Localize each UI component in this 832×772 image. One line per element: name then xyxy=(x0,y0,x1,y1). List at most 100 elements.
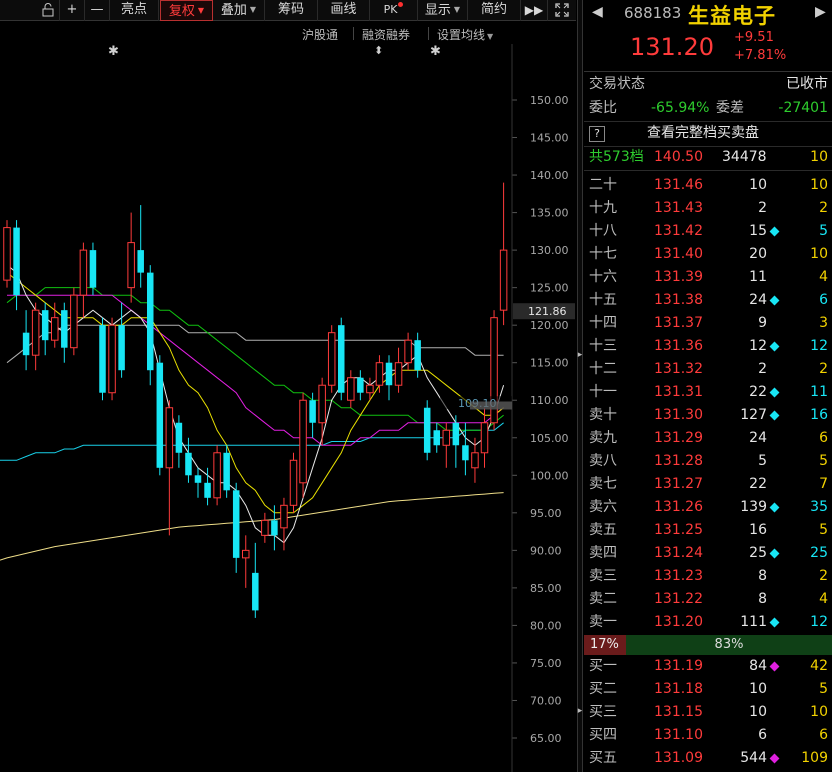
lock-button[interactable] xyxy=(36,0,60,21)
ask-level-volume: 8 xyxy=(758,591,767,607)
stock-header: ◀ 688183 生益电子 ▶ 131.20 +9.51 +7.81% xyxy=(584,0,832,72)
candle-body xyxy=(404,339,412,364)
ask-level-label: 卖四 xyxy=(589,545,617,561)
candle-body xyxy=(61,310,68,348)
ask-level-row[interactable]: 卖六 131.26 139 35 xyxy=(584,496,832,519)
ask-level-row[interactable]: 十八 131.42 15 5 xyxy=(584,220,832,243)
total-levels-label: 共573档 xyxy=(589,149,644,165)
ask-level-row[interactable]: 二十 131.46 10 10 xyxy=(584,174,832,197)
pk-button[interactable]: PK xyxy=(370,0,418,21)
stock-code: 688183 xyxy=(624,4,682,22)
adjust-dropdown[interactable]: 复权 ▼ xyxy=(160,0,213,21)
ask-level-row[interactable]: 十五 131.38 24 6 xyxy=(584,289,832,312)
ask-level-row[interactable]: 十九 131.43 2 2 xyxy=(584,197,832,220)
ask-level-label: 卖五 xyxy=(589,522,617,538)
ask-level-price: 131.30 xyxy=(654,407,703,423)
candle-body xyxy=(3,227,11,281)
adjust-label: 复权 xyxy=(168,4,195,19)
highlight-button[interactable]: 亮点 xyxy=(110,0,159,21)
bid-level-volume: 10 xyxy=(749,681,767,697)
price-axis-label: 145.00 xyxy=(530,132,569,145)
bid-level-row[interactable]: 买三 131.15 10 10 xyxy=(584,701,832,724)
ask-level-row[interactable]: 十三 131.36 12 12 xyxy=(584,335,832,358)
caret-down-icon: ▼ xyxy=(453,5,461,14)
ask-level-volume: 111 xyxy=(740,614,767,630)
display-dropdown[interactable]: 显示 ▼ xyxy=(418,0,468,21)
hgt-toggle[interactable]: 沪股通 xyxy=(302,26,338,43)
ask-level-volume: 12 xyxy=(749,338,767,354)
order-marker-icon xyxy=(769,226,780,237)
ask-level-row[interactable]: 十四 131.37 9 3 xyxy=(584,312,832,335)
ask-level-count: 2 xyxy=(819,200,828,216)
ask-level-label: 十八 xyxy=(589,223,617,239)
ask-level-row[interactable]: 十二 131.32 2 2 xyxy=(584,358,832,381)
zoom-out-button[interactable]: — xyxy=(85,0,110,21)
full-book-link[interactable]: 查看完整档买卖盘 xyxy=(647,122,759,145)
bid-level-row[interactable]: 买四 131.10 6 6 xyxy=(584,724,832,747)
next-stock-icon[interactable]: ▶ xyxy=(815,4,826,20)
ask-level-volume: 24 xyxy=(749,292,767,308)
help-icon[interactable]: ? xyxy=(589,126,605,142)
order-ratio-value: -65.94% xyxy=(651,100,710,116)
total-levels-volume: 34478 xyxy=(722,149,767,165)
ask-level-row[interactable]: 卖七 131.27 22 7 xyxy=(584,473,832,496)
ask-level-row[interactable]: 卖十 131.30 127 16 xyxy=(584,404,832,427)
candle-body xyxy=(242,549,250,559)
ask-level-volume: 16 xyxy=(749,522,767,538)
bid-level-row[interactable]: 买二 131.18 10 5 xyxy=(584,678,832,701)
bid-level-row[interactable]: 买五 131.09 544 109 xyxy=(584,747,832,770)
order-marker-icon xyxy=(769,661,780,672)
candle-body xyxy=(433,430,440,446)
ask-level-row[interactable]: 卖四 131.24 25 25 xyxy=(584,542,832,565)
ask-level-row[interactable]: 卖一 131.20 111 12 xyxy=(584,611,832,634)
ask-level-row[interactable]: 卖八 131.28 5 5 xyxy=(584,450,832,473)
expand-panel-icon[interactable]: ▸ xyxy=(577,700,583,722)
ask-level-count: 2 xyxy=(819,361,828,377)
ask-level-volume: 22 xyxy=(749,476,767,492)
ask-level-volume: 11 xyxy=(749,269,767,285)
kline-chart-area[interactable]: 150.00 145.00 140.00 135.00 130.00 125.00 120.… xyxy=(0,44,576,772)
draw-line-button[interactable]: 画线 xyxy=(318,0,370,21)
ask-level-row[interactable]: 卖二 131.22 8 4 xyxy=(584,588,832,611)
candle-body xyxy=(79,249,88,296)
panel-divider[interactable] xyxy=(577,0,583,772)
ma-settings-dropdown[interactable]: 设置均线 ▼ xyxy=(437,26,493,43)
more-button[interactable]: ▶▶ xyxy=(521,0,548,21)
ask-level-label: 二十 xyxy=(589,177,617,193)
chips-button[interactable]: 筹码 xyxy=(265,0,318,21)
ask-level-row[interactable]: 十六 131.39 11 4 xyxy=(584,266,832,289)
ask-level-row[interactable]: 卖三 131.23 8 2 xyxy=(584,565,832,588)
price-axis-label: 95.00 xyxy=(530,507,562,520)
ask-level-volume: 5 xyxy=(758,453,767,469)
prev-stock-icon[interactable]: ◀ xyxy=(592,4,603,20)
margin-toggle[interactable]: 融资融券 xyxy=(362,26,410,43)
ask-level-label: 卖九 xyxy=(589,430,617,446)
trade-status-value: 已收市 xyxy=(786,76,828,92)
ask-level-volume: 8 xyxy=(758,568,767,584)
fullscreen-button[interactable] xyxy=(548,0,576,21)
ask-level-row[interactable]: 十七 131.40 20 10 xyxy=(584,243,832,266)
ask-level-count: 35 xyxy=(810,499,828,515)
ask-level-row[interactable]: 卖五 131.25 16 5 xyxy=(584,519,832,542)
ask-level-volume: 25 xyxy=(749,545,767,561)
collapse-panel-icon[interactable]: ▸ xyxy=(577,344,583,366)
ask-level-price: 131.23 xyxy=(654,568,703,584)
candle-body xyxy=(156,362,164,468)
candle-body xyxy=(338,325,345,393)
kline-chart[interactable]: 150.00 145.00 140.00 135.00 130.00 125.00 120.… xyxy=(0,44,576,772)
candle-body xyxy=(309,400,316,423)
ask-level-row[interactable]: 卖九 131.29 24 6 xyxy=(584,427,832,450)
change-amount: +9.51 xyxy=(734,30,774,45)
stock-name[interactable]: 生益电子 xyxy=(688,0,776,30)
candle-body xyxy=(462,445,469,461)
full-book-row[interactable]: ? 查看完整档买卖盘 xyxy=(584,122,832,146)
trade-status-row: 交易状态 已收市 xyxy=(584,73,832,96)
candle-body xyxy=(261,519,269,536)
zoom-in-button[interactable]: + xyxy=(60,0,85,21)
overlay-dropdown[interactable]: 叠加 ▼ xyxy=(213,0,265,21)
ask-level-row[interactable]: 十一 131.31 22 11 xyxy=(584,381,832,404)
bid-level-row[interactable]: 买一 131.19 84 42 xyxy=(584,655,832,678)
bid-level-price: 131.18 xyxy=(654,681,703,697)
candle-body xyxy=(366,384,374,394)
simple-button[interactable]: 简约 xyxy=(468,0,521,21)
